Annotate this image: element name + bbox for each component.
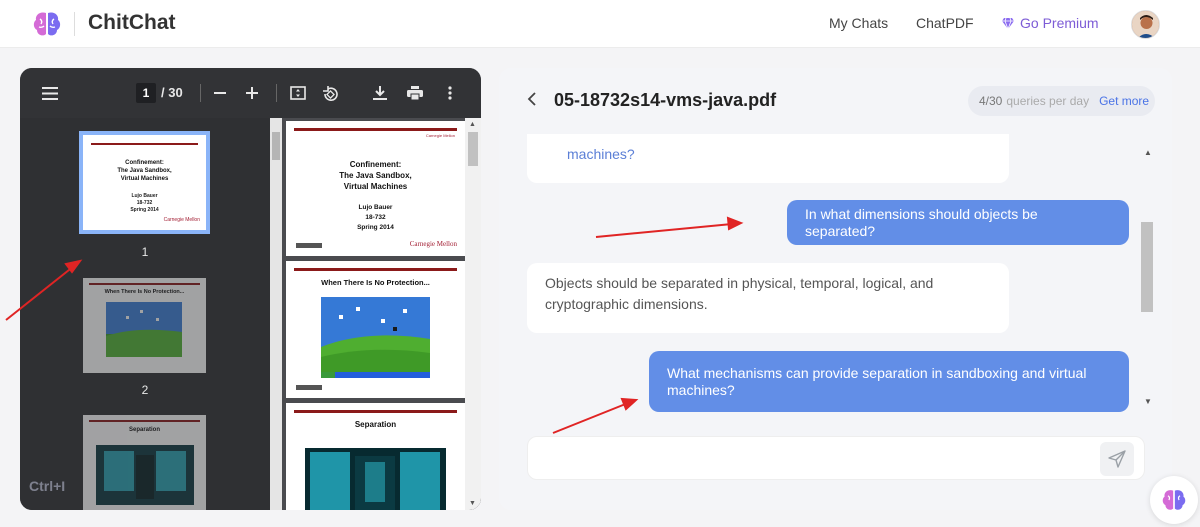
pdf-page-2: When There Is No Protection... bbox=[286, 261, 465, 398]
page-title-line: Virtual Machines bbox=[343, 182, 408, 191]
page-title: Separation bbox=[354, 420, 397, 429]
brain-logo-icon bbox=[1162, 490, 1186, 510]
thumbnail-scrollbar[interactable] bbox=[270, 118, 282, 510]
quota-used: 4/30 bbox=[979, 94, 1003, 108]
chat-panel: 05-18732s14-vms-java.pdf 4/30 queries pe… bbox=[499, 68, 1172, 510]
toolbar-divider bbox=[200, 84, 201, 102]
page-title: Confinement: The Java Sandbox, Virtual M… bbox=[286, 159, 465, 192]
thumb-author: Lujo Bauer bbox=[131, 193, 158, 199]
thumb-title: Separation bbox=[128, 427, 160, 433]
thumb-title: When There Is No Protection... bbox=[104, 289, 185, 295]
top-header: ChitChat My Chats ChatPDF Go Premium bbox=[0, 0, 1200, 48]
message-text: Objects should be separated in physical,… bbox=[545, 275, 934, 312]
shortcut-watermark: Ctrl+I bbox=[29, 478, 66, 494]
send-button[interactable] bbox=[1100, 442, 1134, 476]
message-text: In what dimensions should objects be sep… bbox=[805, 205, 1038, 239]
page-term: Spring 2014 bbox=[357, 224, 394, 231]
toolbar-divider bbox=[276, 84, 277, 102]
user-avatar[interactable] bbox=[1131, 10, 1160, 39]
document-title: 05-18732s14-vms-java.pdf bbox=[554, 90, 777, 110]
quota-label: queries per day bbox=[1006, 94, 1090, 108]
floating-assistant-button[interactable] bbox=[1150, 476, 1198, 524]
page-header-logo: Carnegie Mellon bbox=[425, 133, 455, 138]
query-quota: 4/30 queries per day Get more bbox=[968, 86, 1155, 116]
nav-my-chats[interactable]: My Chats bbox=[829, 15, 888, 31]
pdf-viewer: 1 / 30 Confinement: The Java Sandbox, Vi… bbox=[20, 68, 481, 510]
zoom-out-icon[interactable] bbox=[210, 83, 230, 103]
send-icon bbox=[1108, 450, 1126, 468]
pdf-page-3: Separation bbox=[286, 403, 465, 510]
page-title-line: The Java Sandbox, bbox=[339, 171, 412, 180]
bot-message: machines? bbox=[527, 134, 1009, 183]
get-more-link[interactable]: Get more bbox=[1099, 94, 1149, 108]
page-number-input[interactable]: 1 bbox=[136, 83, 156, 103]
page-author: Lujo Bauer bbox=[358, 204, 393, 211]
page-view[interactable]: Carnegie Mellon Confinement: The Java Sa… bbox=[270, 118, 481, 510]
page-title: When There Is No Protection... bbox=[321, 278, 430, 287]
page-course: 18-732 bbox=[365, 214, 386, 221]
message-input-box[interactable] bbox=[527, 436, 1145, 480]
windows-xp-bliss-image bbox=[106, 302, 182, 357]
thumbnail-page-2[interactable]: When There Is No Protection... bbox=[83, 278, 206, 373]
fit-page-icon[interactable] bbox=[288, 83, 308, 103]
thumb-term: Spring 2014 bbox=[130, 207, 159, 213]
menu-icon[interactable] bbox=[40, 83, 60, 103]
message-input[interactable] bbox=[542, 447, 1082, 471]
print-icon[interactable] bbox=[405, 83, 425, 103]
server-room-image bbox=[96, 445, 194, 505]
pdf-toolbar: 1 / 30 bbox=[20, 68, 481, 118]
thumb-footer: Carnegie Mellon bbox=[163, 217, 200, 223]
user-message: In what dimensions should objects be sep… bbox=[787, 200, 1129, 245]
thumbnail-sidebar: Confinement: The Java Sandbox, Virtual M… bbox=[20, 118, 270, 510]
download-icon[interactable] bbox=[370, 83, 390, 103]
bot-message: Objects should be separated in physical,… bbox=[527, 263, 1009, 333]
message-text: machines? bbox=[567, 146, 635, 162]
ece-logo bbox=[296, 243, 322, 248]
page-total: / 30 bbox=[161, 85, 183, 100]
page-footer: Carnegie Mellon bbox=[409, 240, 457, 248]
ece-logo bbox=[296, 385, 322, 390]
chat-scrollbar[interactable]: ▲ ▼ bbox=[1141, 148, 1157, 410]
message-text: What mechanisms can provide separation i… bbox=[667, 364, 1087, 398]
zoom-in-icon[interactable] bbox=[242, 83, 262, 103]
brain-logo-icon[interactable] bbox=[32, 10, 62, 38]
thumb-title: Confinement: The Java Sandbox, Virtual M… bbox=[117, 160, 172, 182]
thumbnail-page-3[interactable]: Separation bbox=[83, 415, 206, 510]
rotate-icon[interactable] bbox=[320, 83, 340, 103]
windows-xp-bliss-image bbox=[321, 297, 430, 378]
thumb-course: 18-732 bbox=[136, 200, 153, 206]
more-icon[interactable] bbox=[440, 83, 460, 103]
pdf-page-1: Carnegie Mellon Confinement: The Java Sa… bbox=[286, 121, 465, 256]
thumbnail-number: 1 bbox=[141, 245, 149, 259]
brand-divider bbox=[74, 12, 75, 36]
diamond-icon bbox=[1002, 17, 1014, 30]
nav-chatpdf[interactable]: ChatPDF bbox=[916, 15, 974, 31]
go-premium-label: Go Premium bbox=[1020, 15, 1099, 31]
thumbnail-number: 2 bbox=[141, 383, 149, 397]
thumbnail-page-1[interactable]: Confinement: The Java Sandbox, Virtual M… bbox=[79, 131, 210, 234]
page-title-line: Confinement: bbox=[349, 160, 402, 169]
server-room-image bbox=[305, 448, 446, 510]
user-message: What mechanisms can provide separation i… bbox=[649, 351, 1129, 412]
back-chevron-icon[interactable] bbox=[527, 90, 537, 111]
nav-go-premium[interactable]: Go Premium bbox=[1001, 15, 1099, 31]
page-scrollbar[interactable]: ▲ ▼ bbox=[465, 118, 481, 510]
brand-name[interactable]: ChitChat bbox=[88, 11, 176, 35]
